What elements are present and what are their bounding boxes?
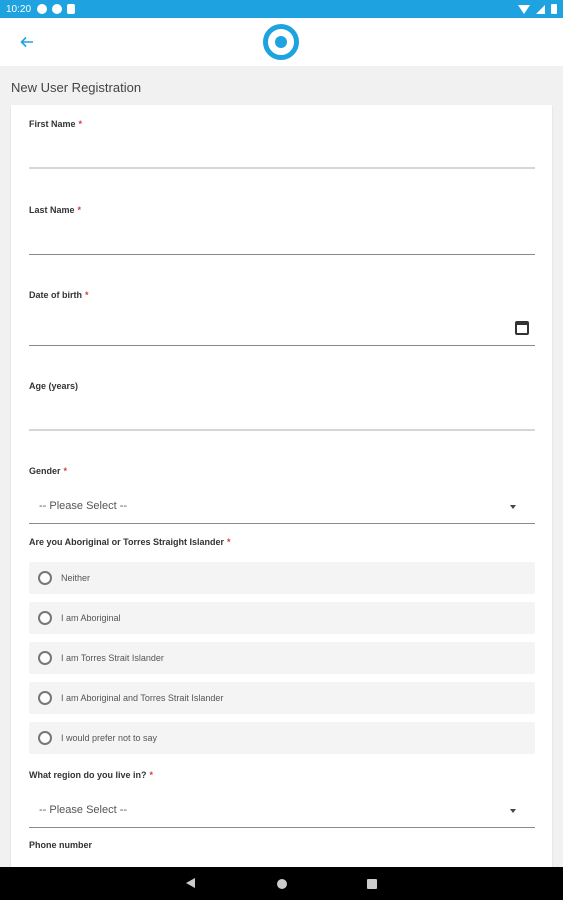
radio-option-neither[interactable]: Neither [29,562,535,594]
circle-logo-icon [263,24,299,60]
first-name-field[interactable] [29,167,535,169]
region-field-underline [29,827,535,828]
wifi-icon [518,4,530,14]
arrow-left-icon [20,36,33,48]
battery-icon [551,4,557,14]
region-label: What region do you live in? * [29,770,154,780]
age-field[interactable] [29,429,535,431]
system-nav-bar [0,867,563,900]
radio-button[interactable] [38,691,52,705]
region-select[interactable]: -- Please Select -- [39,804,127,816]
gender-select[interactable]: -- Please Select -- [39,500,127,512]
age-label: Age (years) [29,381,79,391]
indigenous-label: Are you Aboriginal or Torres Straight Is… [29,537,231,547]
radio-option-prefer-not[interactable]: I would prefer not to say [29,722,535,754]
first-name-label: First Name * [29,119,83,129]
page-title: New User Registration [11,80,142,95]
registration-form: First Name * Last Name * Date of birth * Ag… [11,105,552,867]
notification-icon [52,4,63,14]
app-bar [0,18,563,66]
status-bar: 10:20 [0,0,563,18]
nav-home-icon[interactable] [277,879,287,889]
radio-option-both[interactable]: I am Aboriginal and Torres Strait Island… [29,682,535,714]
gender-field-underline [29,523,535,524]
radio-button[interactable] [38,611,52,625]
radio-button[interactable] [38,651,52,665]
calendar-icon[interactable] [515,321,529,335]
last-name-label: Last Name * [29,205,82,215]
dob-label: Date of birth * [29,290,89,300]
gender-label: Gender * [29,466,68,476]
nav-back-icon[interactable] [186,878,195,888]
last-name-field[interactable] [29,254,535,255]
nav-recents-icon[interactable] [367,879,377,889]
phone-label: Phone number [29,840,93,850]
sim-icon [67,4,76,14]
status-time: 10:20 [6,3,32,15]
radio-option-torres-strait[interactable]: I am Torres Strait Islander [29,642,535,674]
dob-field[interactable] [29,345,535,346]
back-button[interactable] [14,30,40,54]
radio-button[interactable] [38,571,52,585]
radio-option-aboriginal[interactable]: I am Aboriginal [29,602,535,634]
chevron-down-icon [510,809,516,813]
chevron-down-icon [510,505,516,509]
signal-icon [536,4,545,14]
notification-icon [37,4,48,14]
radio-button[interactable] [38,731,52,745]
